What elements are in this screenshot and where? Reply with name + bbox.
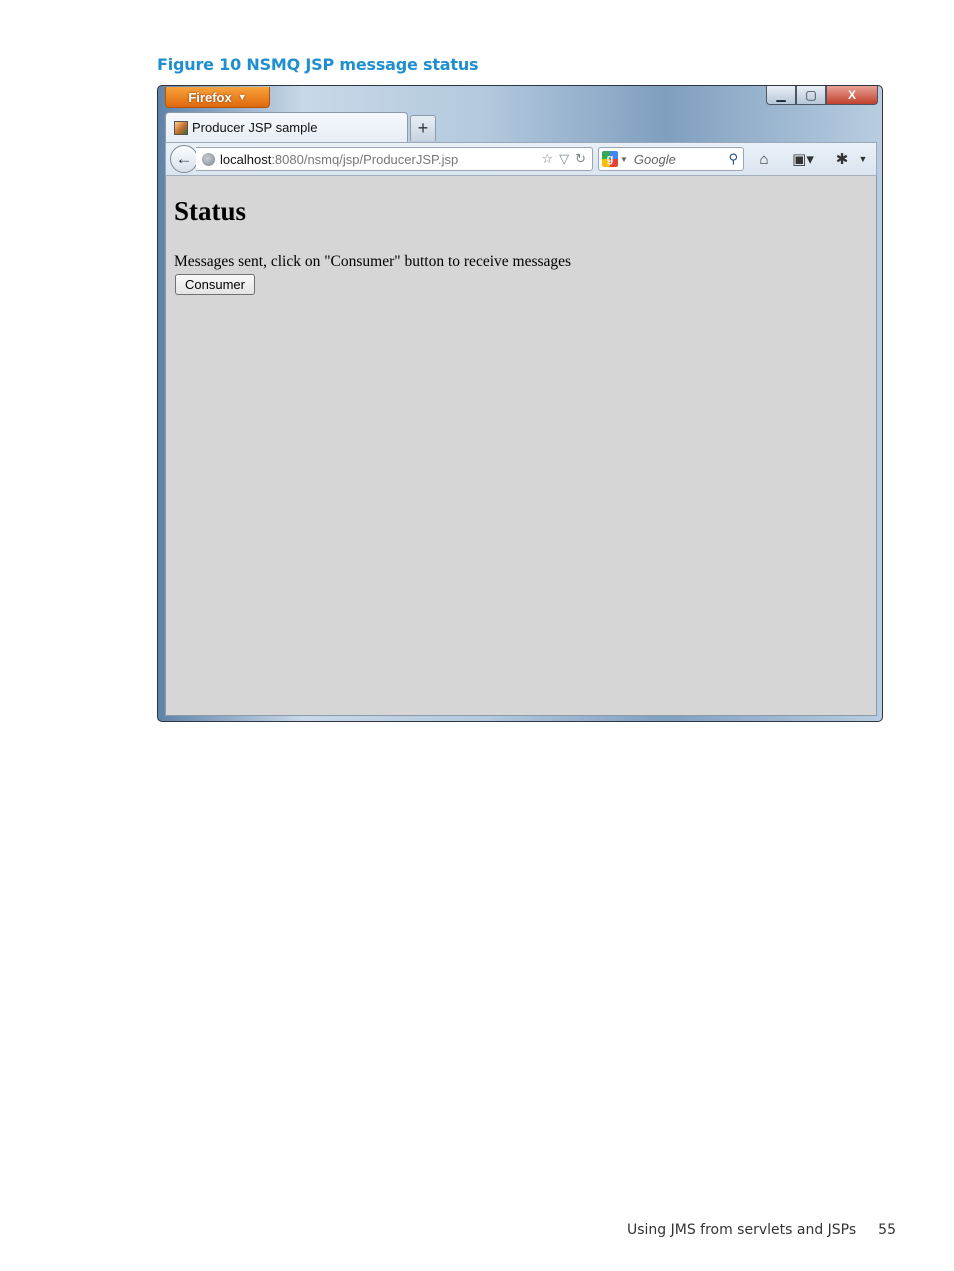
footer-page-number: 55 [878,1222,896,1238]
page-footer: Using JMS from servlets and JSPs 55 [627,1222,896,1238]
minimize-button[interactable]: ▁ [766,86,796,105]
history-dropdown-icon[interactable]: ▽ [559,151,569,167]
search-bar[interactable]: g ▼ Google ⚲ [598,147,744,171]
title-bar: Firefox ▼ ▁ ▢ X [158,86,882,112]
maximize-button[interactable]: ▢ [796,86,826,105]
back-arrow-icon: ← [175,149,193,168]
site-identity-icon [202,152,215,166]
home-icon[interactable]: ⌂ [754,149,774,169]
url-host: localhost [220,151,272,167]
navigation-toolbar: ← localhost:8080/nsmq/jsp/ProducerJSP.js… [165,142,877,176]
search-input[interactable]: Google [634,152,676,167]
addon-icon[interactable]: ✱ [834,149,850,169]
tab-title: Producer JSP sample [192,120,318,135]
reload-icon[interactable]: ↻ [575,151,586,167]
firefox-menu-button[interactable]: Firefox ▼ [165,87,270,108]
search-icon[interactable]: ⚲ [728,151,738,167]
firefox-menu-label: Firefox [188,89,232,105]
page-favicon-icon [174,120,188,135]
page-content: Status Messages sent, click on "Consumer… [165,176,877,716]
chevron-down-icon: ▼ [237,92,247,102]
google-engine-icon[interactable]: g [602,151,618,167]
bookmark-star-icon[interactable]: ☆ [541,151,553,167]
footer-section-title: Using JMS from servlets and JSPs [626,1222,857,1238]
page-heading: Status [174,196,247,226]
new-tab-button[interactable]: + [410,115,436,141]
back-button[interactable]: ← [170,145,198,173]
tab-bar: Producer JSP sample + [165,112,877,142]
address-bar[interactable]: localhost:8080/nsmq/jsp/ProducerJSP.jsp … [196,147,593,171]
status-message: Messages sent, click on "Consumer" butto… [174,253,572,270]
consumer-button[interactable]: Consumer [175,274,255,295]
tab-producer-jsp-sample[interactable]: Producer JSP sample [165,112,408,142]
close-button[interactable]: X [826,86,878,105]
engine-dropdown-icon[interactable]: ▼ [620,155,628,164]
toolbar-overflow-chevron-icon[interactable]: ▼ [856,149,870,169]
browser-window: Firefox ▼ ▁ ▢ X Producer JSP sample + ← … [157,85,883,722]
bookmarks-menu-icon[interactable]: ▣▾ [788,149,818,169]
address-bar-actions: ☆ ▽ ↻ [541,151,586,167]
url-path: :8080/nsmq/jsp/ProducerJSP.jsp [271,151,459,167]
figure-caption: Figure 10 NSMQ JSP message status [157,55,479,74]
window-controls: ▁ ▢ X [766,86,878,105]
